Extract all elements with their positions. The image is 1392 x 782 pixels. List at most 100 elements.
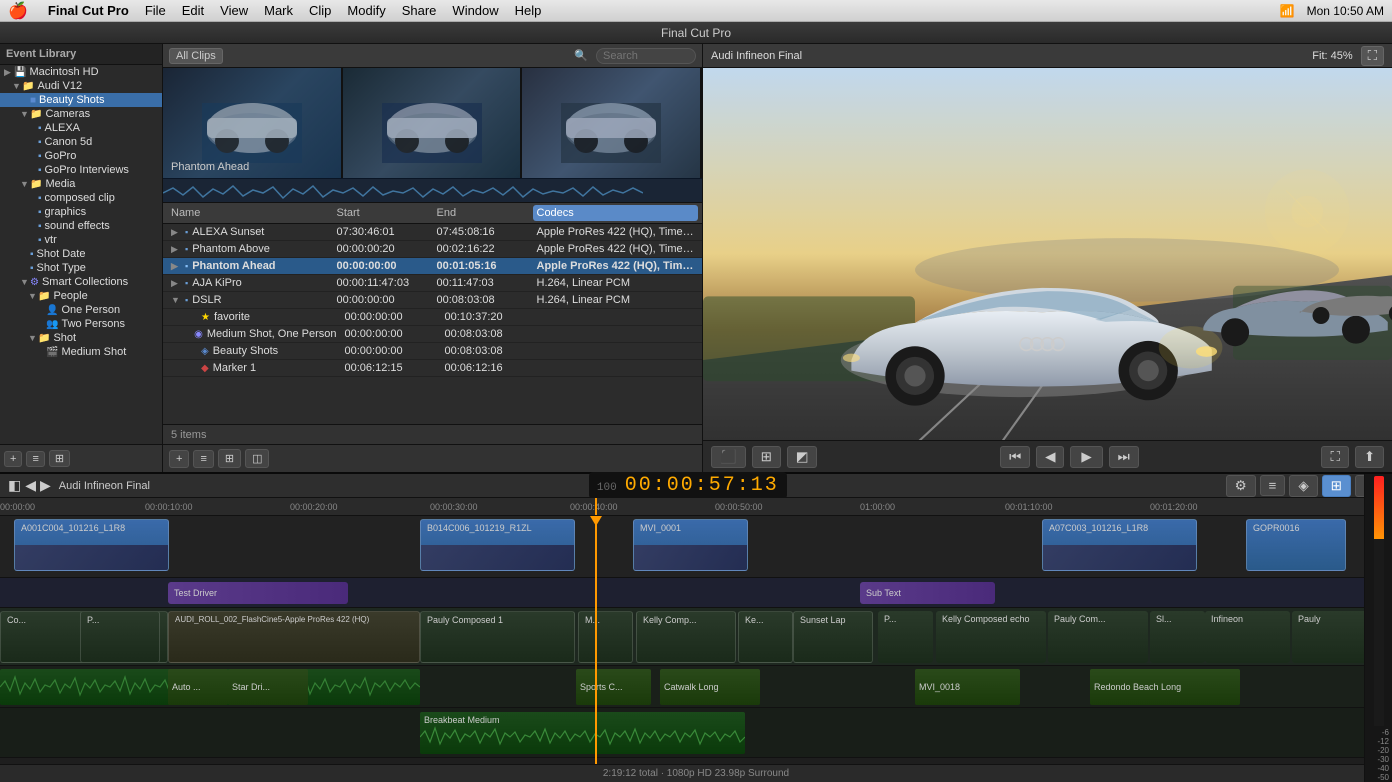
kelly-echo-clip[interactable]: Kelly Composed echo [936,611,1046,663]
next-frame-button[interactable]: ⏭ [1109,446,1139,468]
sidebar-item-sound-effects[interactable]: ▪ sound effects [0,219,162,233]
list-item[interactable]: ▶▪Phantom Ahead 00:00:00:00 00:01:05:16 … [163,258,702,275]
list-item[interactable]: ★favorite 00:00:00:00 00:10:37:20 [163,309,702,326]
disclosure-icon[interactable] [28,165,38,175]
mvi-0018-clip[interactable]: MVI_0018 [915,669,1020,705]
text-clip[interactable]: Test Driver [168,582,348,604]
menu-view[interactable]: View [220,3,248,18]
next-button[interactable]: ▶ [40,477,51,494]
kelly-comp-clip[interactable]: Kelly Comp... [636,611,736,663]
sidebar-item-composed-clip[interactable]: ▪ composed clip [0,191,162,205]
ke-clip[interactable]: Ke... [738,611,793,663]
sidebar-item-smart-collections[interactable]: ▼ ⚙ Smart Collections [0,275,162,289]
disclosure-icon[interactable]: ▼ [20,109,30,119]
sidebar-item-shot[interactable]: ▼ 📁 Shot [0,331,162,345]
disclosure-icon[interactable]: ▼ [28,333,38,343]
audio-clip-p[interactable]: P... [80,611,160,663]
match-frame-button[interactable]: ⊞ [752,446,781,468]
share-button[interactable]: ⬆ [1355,446,1384,468]
p-clip[interactable]: P... [878,611,933,663]
disclosure-icon[interactable] [28,123,38,133]
all-clips-button[interactable]: All Clips [169,48,223,64]
fullscreen-button[interactable]: ⛶ [1361,46,1384,66]
sidebar-item-alexa[interactable]: ▪ ALEXA [0,121,162,135]
breakbeat-clip[interactable]: Breakbeat Medium [420,712,745,754]
redondo-beach-clip[interactable]: Redondo Beach Long [1090,669,1240,705]
m-clip[interactable]: M... [578,611,633,663]
auto-clip[interactable]: Auto ... [168,669,228,705]
play-button[interactable]: ▶ [1070,446,1102,468]
start-column-header[interactable]: Start [333,205,433,221]
menu-clip[interactable]: Clip [309,3,331,18]
sidebar-item-one-person[interactable]: 👤 One Person [0,303,162,317]
list-item[interactable]: ▶▪Phantom Above 00:00:00:20 00:02:16:22 … [163,241,702,258]
disclosure-icon[interactable] [28,151,38,161]
add-clip-button[interactable]: + [169,450,189,468]
view-flow-button[interactable]: ◫ [245,449,269,468]
sidebar-item-audi-v12[interactable]: ▼ 📁 Audi V12 [0,79,162,93]
sidebar-item-gopro[interactable]: ▪ GoPro [0,149,162,163]
sidebar-item-media[interactable]: ▼ 📁 Media [0,177,162,191]
disclosure-icon[interactable] [28,221,38,231]
skimmer-button[interactable]: ◈ [1289,475,1317,497]
star-drive-clip[interactable]: Star Dri... [228,669,308,705]
disclosure-icon[interactable] [36,347,46,357]
disclosure-icon[interactable] [28,207,38,217]
filmstrip-clip-2[interactable] [343,68,523,178]
menu-file[interactable]: File [145,3,166,18]
sidebar-item-canon5d[interactable]: ▪ Canon 5d [0,135,162,149]
disclosure-icon[interactable] [36,305,46,315]
sidebar-item-beauty-shots[interactable]: ■ Beauty Shots [0,93,162,107]
connect-button[interactable]: ⬛ [711,446,746,468]
disclosure-icon[interactable]: ▼ [20,277,30,287]
list-item[interactable]: ▶▪AJA KiPro 00:00:11:47:03 00:11:47:03 H… [163,275,702,292]
disclosure-icon[interactable] [36,319,46,329]
disclosure-icon[interactable] [20,263,30,273]
timeline-clip[interactable]: GOPR0016 [1246,519,1346,571]
sunset-lap-clip[interactable]: Sunset Lap [793,611,873,663]
catwalk-long-clip[interactable]: Catwalk Long [660,669,760,705]
menu-modify[interactable]: Modify [347,3,385,18]
pauly-clip[interactable]: Pauly Composed 1 [420,611,575,663]
filmstrip-clip-3[interactable] [522,68,702,178]
codecs-column-header[interactable]: Codecs [533,205,699,221]
play-backward-button[interactable]: ◀ [1036,446,1064,468]
sidebar-item-gopro-interviews[interactable]: ▪ GoPro Interviews [0,163,162,177]
end-column-header[interactable]: End [433,205,533,221]
sidebar-grid-button[interactable]: ⊞ [49,450,70,467]
clip-appearance-button[interactable]: ◩ [787,446,818,468]
timeline-clip[interactable]: A001C004_101216_L1R8 [14,519,169,571]
apple-menu[interactable]: 🍎 [8,1,28,21]
timeline-options-button[interactable]: ⚙ [1226,475,1256,497]
pauly3-clip[interactable]: Pauly [1292,611,1372,663]
list-item[interactable]: ▼▪DSLR 00:00:00:00 00:08:03:08 H.264, Li… [163,292,702,309]
disclosure-icon[interactable]: ▼ [20,179,30,189]
disclosure-icon[interactable]: ▼ [28,291,38,301]
list-item[interactable]: ◈Beauty Shots 00:00:00:00 00:08:03:08 [163,343,702,360]
menu-help[interactable]: Help [515,3,542,18]
sidebar-item-vtr[interactable]: ▪ vtr [0,233,162,247]
disclosure-icon[interactable]: ▼ [12,81,22,91]
list-item[interactable]: ▶▪ALEXA Sunset 07:30:46:01 07:45:08:16 A… [163,224,702,241]
sidebar-item-medium-shot[interactable]: 🎬 Medium Shot [0,345,162,359]
sl-clip[interactable]: Sl... [1150,611,1205,663]
sidebar-view-button[interactable]: ≡ [26,451,44,467]
menu-mark[interactable]: Mark [264,3,293,18]
timeline-clip[interactable]: MVI_0001 [633,519,748,571]
timeline-clip[interactable]: A07C003_101216_L1R8 [1042,519,1197,571]
menu-window[interactable]: Window [452,3,498,18]
menu-share[interactable]: Share [402,3,437,18]
name-column-header[interactable]: Name [167,205,333,221]
disclosure-icon[interactable] [20,249,30,259]
infineon-clip[interactable]: Infineon [1205,611,1290,663]
prev-frame-button[interactable]: ⏮ [1000,446,1030,468]
sidebar-item-graphics[interactable]: ▪ graphics [0,205,162,219]
audi-roll-clip[interactable]: AUDI_ROLL_002_FlashCine5-Apple ProRes 42… [168,611,420,663]
view-filmstrip-button[interactable]: ⊞ [218,449,241,468]
sidebar-item-shot-type[interactable]: ▪ Shot Type [0,261,162,275]
sidebar-item-macintosh-hd[interactable]: ▶ 💾 Macintosh HD [0,65,162,79]
disclosure-icon[interactable] [20,95,30,105]
pauly-comp2-clip[interactable]: Pauly Com... [1048,611,1148,663]
sidebar-item-cameras[interactable]: ▼ 📁 Cameras [0,107,162,121]
disclosure-icon[interactable] [28,193,38,203]
